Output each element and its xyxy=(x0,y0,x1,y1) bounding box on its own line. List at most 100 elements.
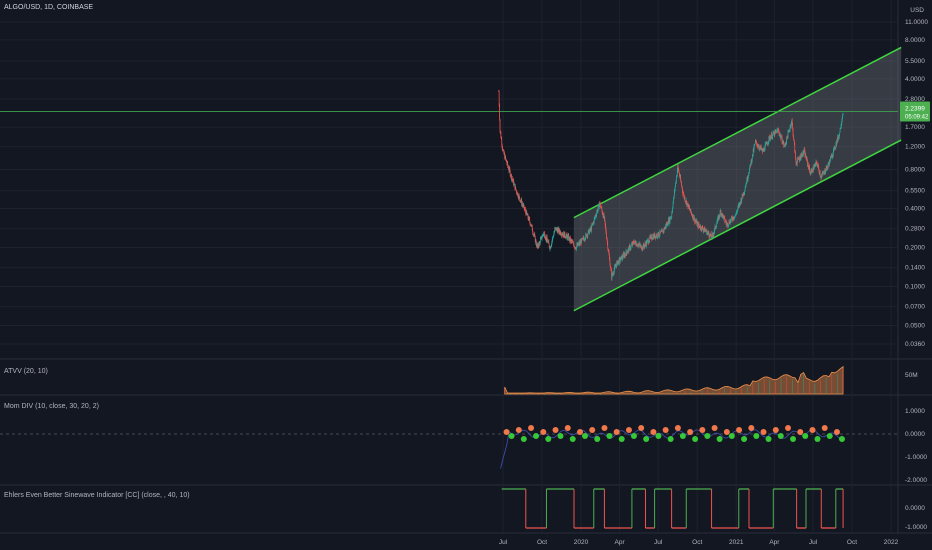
momentum-axis-tick: 1.0000 xyxy=(905,408,925,415)
momentum-dot-bearish xyxy=(589,427,596,433)
volume-axis-label: 50M xyxy=(905,372,918,379)
symbol-label: ALGO/USD, 1D, COINBASE xyxy=(4,4,94,11)
candle-body xyxy=(660,231,662,233)
momentum-dot-bearish xyxy=(687,429,694,435)
momentum-dot-bullish xyxy=(704,433,711,439)
candle-body xyxy=(756,141,757,144)
time-axis-tick: 2021 xyxy=(729,539,744,546)
momentum-dot-bullish xyxy=(777,433,784,439)
candle-body xyxy=(787,132,789,139)
momentum-dot-bullish xyxy=(508,433,515,439)
candle-body xyxy=(677,165,679,169)
momentum-dot-bearish xyxy=(821,425,828,431)
candle-body xyxy=(753,146,755,151)
sinewave-axis-tick: -1.0000 xyxy=(905,524,927,531)
candle-body xyxy=(671,213,673,218)
momentum-dot-bearish xyxy=(625,427,632,433)
momentum-dot-bullish xyxy=(557,433,564,439)
candle-body xyxy=(658,231,659,236)
candle-body xyxy=(819,172,821,176)
countdown-label: 05:09:42 xyxy=(905,115,929,121)
time-axis-tick: Jul xyxy=(809,539,818,546)
candle-body xyxy=(499,119,501,131)
candle-body xyxy=(499,105,500,120)
time-axis-tick: Jul xyxy=(654,539,663,546)
momentum-dot-bearish xyxy=(528,425,535,431)
momentum-dot-bullish xyxy=(826,433,833,439)
price-axis-tick: 5.5000 xyxy=(905,58,925,65)
price-axis-tick: 4.0000 xyxy=(905,76,925,83)
momentum-dot-bullish xyxy=(520,436,527,442)
time-axis-tick: Apr xyxy=(769,539,780,546)
momentum-dot-bullish xyxy=(728,433,735,439)
momentum-dot-bearish xyxy=(515,427,522,433)
candle-body xyxy=(519,196,520,199)
momentum-dot-bearish xyxy=(723,429,730,435)
candle-body xyxy=(529,218,531,223)
candle-body xyxy=(606,233,607,239)
candle-body xyxy=(548,241,550,244)
momentum-dot-bearish xyxy=(797,429,804,435)
candle-body xyxy=(748,173,750,175)
momentum-dot-bullish xyxy=(667,436,674,442)
candle-body xyxy=(626,252,628,254)
time-axis-tick: 2020 xyxy=(574,539,589,546)
momentum-dot-bullish xyxy=(643,436,650,442)
momentum-dot-bullish xyxy=(753,433,760,439)
candle-body xyxy=(541,237,543,239)
momentum-dot-bearish xyxy=(760,429,767,435)
candle-body xyxy=(676,176,677,182)
price-axis-tick: 1.7000 xyxy=(905,124,925,131)
momentum-dot-bearish xyxy=(772,427,779,433)
candle-body xyxy=(515,186,517,190)
sinewave-indicator-label: Ehlers Even Better Sinewave Indicator [C… xyxy=(4,492,190,499)
momentum-axis-tick: -1.0000 xyxy=(905,454,927,461)
momentum-dot-bullish xyxy=(692,436,699,442)
momentum-dot-bullish xyxy=(741,436,748,442)
candle-body xyxy=(690,208,692,213)
price-axis-tick: 0.5500 xyxy=(905,188,925,195)
momentum-dot-bearish xyxy=(833,429,840,435)
price-axis-tick: 0.2800 xyxy=(905,226,925,233)
time-axis-tick: Jul xyxy=(499,539,508,546)
candle-body xyxy=(657,234,658,237)
candle-body xyxy=(839,128,841,133)
sinewave-axis-tick: 0.0000 xyxy=(905,505,925,512)
candle-body xyxy=(598,204,599,209)
candle-body xyxy=(604,216,606,221)
momentum-dot-bearish xyxy=(601,425,608,431)
momentum-dot-bearish xyxy=(785,425,792,431)
chart-canvas[interactable]: USD11.00008.00005.50004.00002.80001.7000… xyxy=(0,0,932,550)
momentum-dot-bullish xyxy=(814,436,821,442)
candle-body xyxy=(626,250,627,253)
time-axis-tick: Oct xyxy=(692,539,702,546)
candle-body xyxy=(742,195,744,197)
candle-body xyxy=(794,143,796,153)
price-axis-tick: 0.1400 xyxy=(905,265,925,272)
momentum-dot-bearish xyxy=(650,429,657,435)
candle-body xyxy=(630,245,632,248)
momentum-dot-bullish xyxy=(618,436,625,442)
volume-indicator-label: ATVV (20, 10) xyxy=(4,368,48,375)
momentum-dot-bullish xyxy=(655,433,662,439)
candle-body xyxy=(519,198,521,202)
time-axis-tick: Oct xyxy=(847,539,857,546)
candle-body xyxy=(830,157,831,162)
price-axis-tick: 0.4000 xyxy=(905,205,925,212)
candle-body xyxy=(539,239,541,244)
time-axis-tick: Oct xyxy=(537,539,547,546)
candle-body xyxy=(693,214,694,220)
candle-body xyxy=(684,197,686,201)
price-axis-tick: 0.2000 xyxy=(905,245,925,252)
candle-body xyxy=(591,225,592,231)
momentum-dot-bullish xyxy=(765,436,772,442)
momentum-dot-bearish xyxy=(576,429,583,435)
current-price-label: 2.2399 xyxy=(905,106,925,113)
momentum-dot-bearish xyxy=(674,425,681,431)
momentum-dot-bullish xyxy=(533,433,540,439)
candle-body xyxy=(818,167,820,172)
candle-body xyxy=(839,132,841,134)
candle-body xyxy=(708,232,710,235)
momentum-dot-bearish xyxy=(564,425,571,431)
momentum-dot-bearish xyxy=(662,427,669,433)
